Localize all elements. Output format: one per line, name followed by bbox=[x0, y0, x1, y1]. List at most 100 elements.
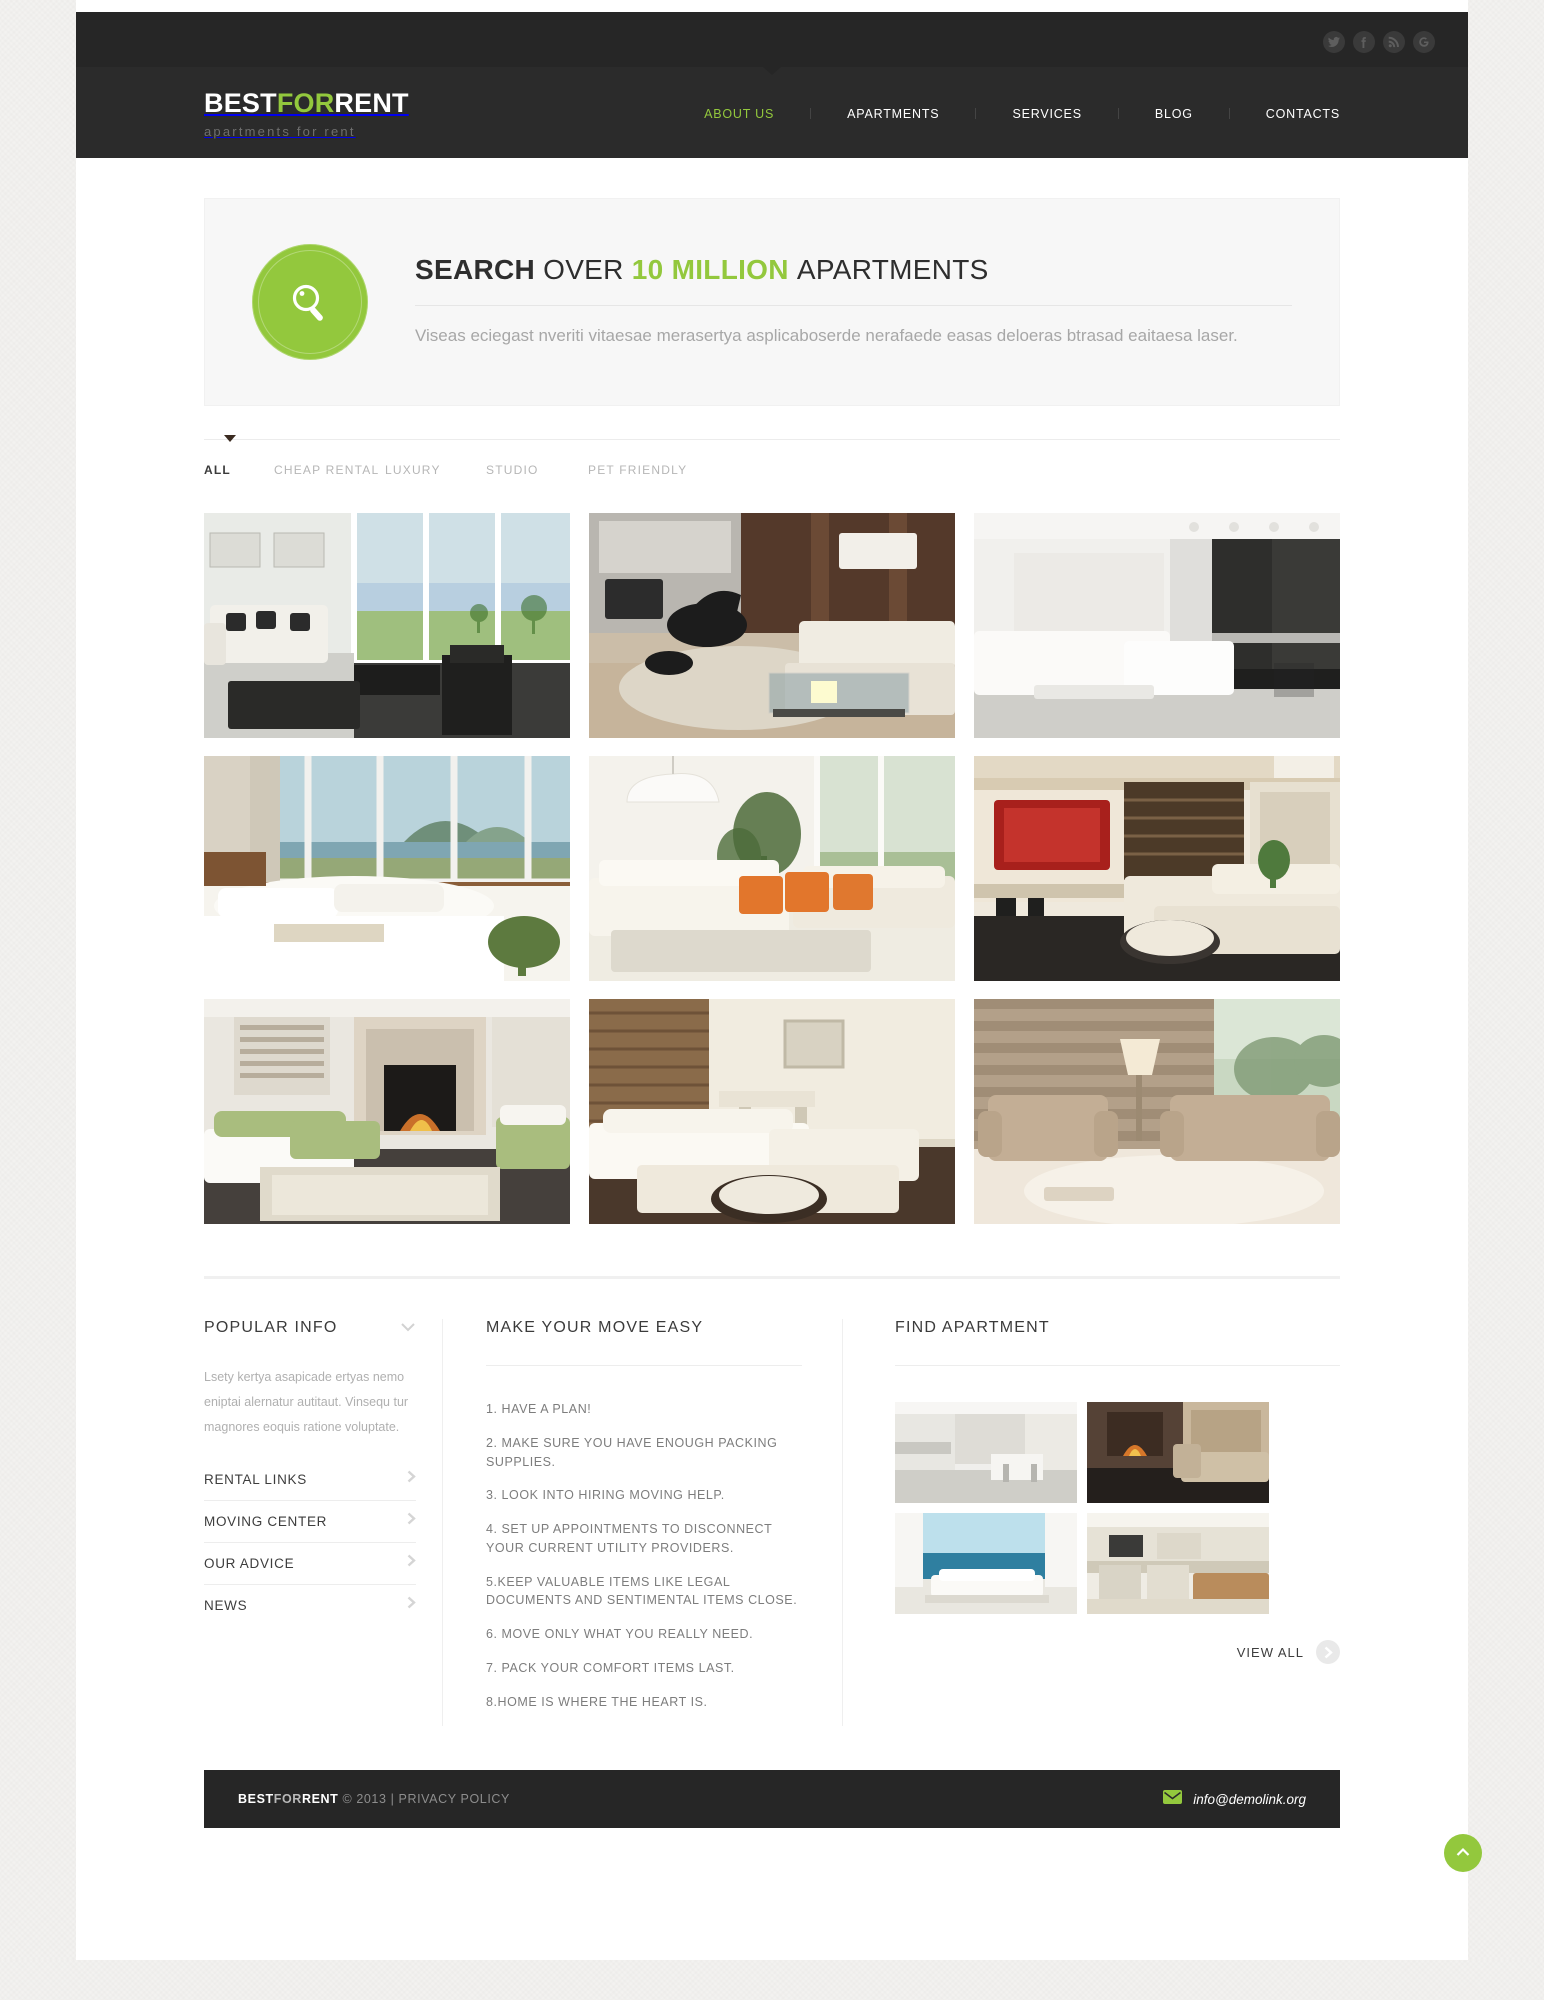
list-item: 6. MOVE ONLY WHAT YOU REALLY NEED. bbox=[486, 1627, 754, 1641]
move-easy-heading: MAKE YOUR MOVE EASY bbox=[486, 1319, 802, 1337]
search-magnifier-icon[interactable] bbox=[252, 244, 368, 360]
chevron-right-icon bbox=[407, 1512, 416, 1530]
footer-link-moving-center[interactable]: MOVING CENTER bbox=[204, 1501, 416, 1543]
logo-part-best: BEST bbox=[204, 88, 277, 118]
chevron-down-icon[interactable] bbox=[400, 1320, 416, 1336]
logo[interactable]: BESTFORRENT apartments for rent bbox=[204, 86, 409, 140]
footer-link-label: MOVING CENTER bbox=[204, 1513, 328, 1529]
copyright-brand-for: FOR bbox=[273, 1792, 302, 1807]
hero-title: SEARCH OVER 10 MILLION APARTMENTS bbox=[415, 254, 1292, 286]
chevron-right-icon bbox=[407, 1470, 416, 1488]
copyright-brand-best: BEST bbox=[238, 1792, 274, 1807]
move-easy-steps: 1. HAVE A PLAN! 2. MAKE SURE YOU HAVE EN… bbox=[486, 1400, 802, 1711]
copyright-text: © 2013 | PRIVACY POLICY bbox=[338, 1792, 510, 1807]
move-easy-title: MAKE YOUR MOVE EASY bbox=[486, 1319, 704, 1336]
chevron-right-icon bbox=[407, 1554, 416, 1572]
gallery-item[interactable] bbox=[974, 756, 1340, 981]
hero-title-search: SEARCH bbox=[415, 254, 544, 286]
footer-link-our-advice[interactable]: OUR ADVICE bbox=[204, 1543, 416, 1585]
view-all-label: VIEW ALL bbox=[1236, 1644, 1304, 1660]
find-apartment-divider bbox=[895, 1365, 1340, 1366]
bottom-bar: BESTFORRENT © 2013 | PRIVACY POLICY info… bbox=[204, 1770, 1340, 1829]
gallery-item[interactable] bbox=[974, 513, 1340, 738]
footer-column-popular-info: POPULAR INFO Lsety kertya asapicade erty… bbox=[204, 1319, 442, 1726]
find-apartment-thumbs bbox=[895, 1402, 1340, 1614]
email-address: info@demolink.org bbox=[1193, 1791, 1306, 1807]
thumb-item[interactable] bbox=[1087, 1402, 1269, 1503]
nav-item-apartments[interactable]: APARTMENTS bbox=[847, 107, 939, 121]
hero-title-apartments: APARTMENTS bbox=[796, 254, 989, 286]
list-item: 2. MAKE SURE YOU HAVE ENOUGH PACKING SUP… bbox=[486, 1435, 778, 1469]
scroll-to-top-button[interactable] bbox=[1444, 1834, 1482, 1872]
thumb-item[interactable] bbox=[895, 1402, 1077, 1503]
popular-info-heading: POPULAR INFO bbox=[204, 1319, 416, 1337]
social-links bbox=[1323, 31, 1435, 53]
footer-column-move-easy: MAKE YOUR MOVE EASY 1. HAVE A PLAN! 2. M… bbox=[442, 1319, 842, 1727]
chevron-right-icon bbox=[407, 1596, 416, 1614]
hero-paragraph: Viseas eciegast nveriti vitaesae meraser… bbox=[415, 326, 1238, 346]
facebook-icon[interactable] bbox=[1353, 31, 1375, 53]
copyright: BESTFORRENT © 2013 | PRIVACY POLICY bbox=[238, 1792, 510, 1806]
footer-link-label: NEWS bbox=[204, 1597, 248, 1613]
gallery-item[interactable] bbox=[204, 513, 570, 738]
chevron-right-circle-icon bbox=[1316, 1640, 1340, 1664]
find-apartment-heading: FIND APARTMENT bbox=[895, 1319, 1340, 1337]
gallery-item[interactable] bbox=[204, 999, 570, 1224]
hero-title-count: 10 MILLION bbox=[631, 254, 797, 286]
site-header: BESTFORRENT apartments for rent ABOUT US… bbox=[76, 67, 1468, 158]
rss-icon[interactable] bbox=[1383, 31, 1405, 53]
twitter-icon[interactable] bbox=[1323, 31, 1345, 53]
list-item: 7. PACK YOUR COMFORT ITEMS LAST. bbox=[486, 1660, 735, 1675]
logo-tagline: apartments for rent bbox=[204, 124, 356, 139]
logo-part-rent: RENT bbox=[334, 88, 409, 118]
email-link[interactable]: info@demolink.org bbox=[1163, 1789, 1306, 1809]
gallery-item[interactable] bbox=[589, 999, 955, 1224]
thumb-item[interactable] bbox=[895, 1513, 1077, 1614]
popular-info-links: RENTAL LINKS MOVING CENTER OUR ADVICE NE… bbox=[204, 1470, 416, 1626]
top-bar bbox=[76, 12, 1468, 67]
list-item: 5.KEEP VALUABLE ITEMS LIKE LEGAL DOCUMEN… bbox=[486, 1574, 798, 1608]
list-item: 4. SET UP APPOINTMENTS TO DISCONNECT YOU… bbox=[486, 1522, 773, 1555]
footer-link-rental-links[interactable]: RENTAL LINKS bbox=[204, 1470, 416, 1501]
gallery-item[interactable] bbox=[204, 756, 570, 981]
list-item: 1. HAVE A PLAN! bbox=[486, 1402, 592, 1416]
hero-banner: SEARCH OVER 10 MILLION APARTMENTS Viseas… bbox=[204, 198, 1340, 406]
move-easy-divider bbox=[486, 1365, 802, 1366]
gallery-item[interactable] bbox=[589, 756, 955, 981]
gallery-item[interactable] bbox=[589, 513, 955, 738]
thumb-item[interactable] bbox=[1087, 1513, 1269, 1614]
list-item: 3. LOOK INTO HIRING MOVING HELP. bbox=[486, 1488, 725, 1503]
hero-divider bbox=[415, 305, 1292, 307]
logo-part-for: FOR bbox=[276, 88, 335, 118]
envelope-icon bbox=[1163, 1789, 1183, 1809]
apartment-gallery bbox=[204, 513, 1340, 1224]
filter-tabs: ALL CHEAP RENTAL LUXURY STUDIO PET FRIEN… bbox=[204, 440, 1340, 477]
popular-info-title: POPULAR INFO bbox=[204, 1319, 338, 1336]
nav-item-about-us[interactable]: ABOUT US bbox=[704, 107, 774, 121]
filter-tab-all[interactable]: ALL bbox=[204, 463, 274, 477]
page-root: BESTFORRENT apartments for rent ABOUT US… bbox=[0, 0, 1544, 1960]
gallery-item[interactable] bbox=[974, 999, 1340, 1224]
list-item: 8.HOME IS WHERE THE HEART IS. bbox=[486, 1694, 708, 1709]
find-apartment-title: FIND APARTMENT bbox=[895, 1319, 1050, 1336]
nav-item-services[interactable]: SERVICES bbox=[1012, 107, 1081, 121]
footer-column-find-apartment: FIND APARTMENT VIEW ALL bbox=[842, 1319, 1340, 1727]
footer-link-news[interactable]: NEWS bbox=[204, 1585, 416, 1626]
nav-item-contacts[interactable]: CONTACTS bbox=[1266, 107, 1340, 121]
gallery-filter-bar: ALL CHEAP RENTAL LUXURY STUDIO PET FRIEN… bbox=[204, 435, 1340, 477]
view-all-button[interactable]: VIEW ALL bbox=[895, 1640, 1340, 1664]
hero-title-over: OVER bbox=[543, 254, 632, 286]
footer-link-label: OUR ADVICE bbox=[204, 1555, 295, 1571]
active-tab-caret-icon bbox=[224, 435, 236, 442]
nav-item-blog[interactable]: BLOG bbox=[1155, 107, 1193, 121]
filter-tab-studio[interactable]: STUDIO bbox=[486, 463, 588, 477]
filter-tab-cheap-rental[interactable]: CHEAP RENTAL bbox=[274, 463, 385, 477]
filter-tab-pet-friendly[interactable]: PET FRIENDLY bbox=[588, 463, 687, 477]
logo-text: BESTFORRENT bbox=[204, 90, 409, 117]
footer-link-label: RENTAL LINKS bbox=[204, 1471, 307, 1487]
page-sheet: BESTFORRENT apartments for rent ABOUT US… bbox=[76, 0, 1468, 1960]
google-plus-icon[interactable] bbox=[1413, 31, 1435, 53]
main-nav: ABOUT US APARTMENTS SERVICES BLOG CONTAC… bbox=[704, 105, 1340, 121]
section-divider bbox=[204, 1276, 1340, 1279]
filter-tab-luxury[interactable]: LUXURY bbox=[385, 463, 486, 477]
